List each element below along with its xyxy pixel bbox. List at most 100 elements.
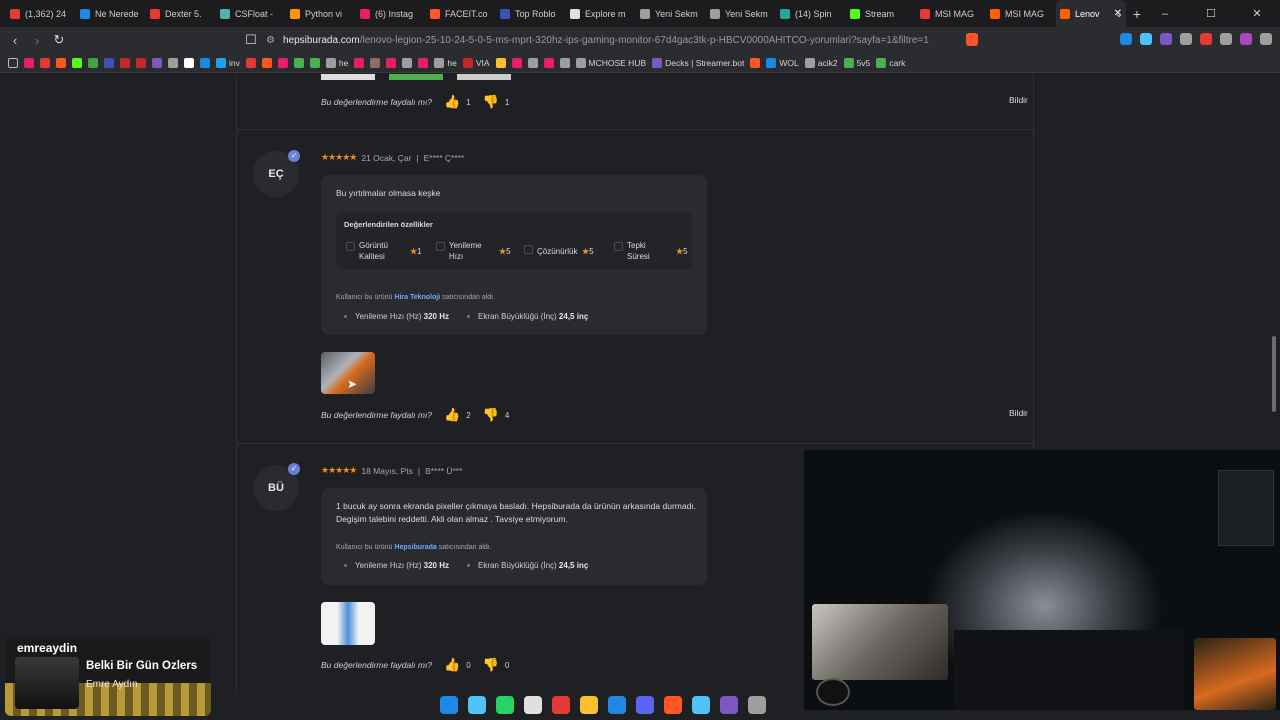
taskbar-app-icon[interactable]: [720, 696, 738, 714]
browser-tab[interactable]: (14) Spin: [776, 0, 846, 27]
browser-tab[interactable]: Python vi: [286, 0, 356, 27]
bookmark-item[interactable]: [293, 57, 304, 68]
puzzle-icon[interactable]: [1220, 33, 1232, 45]
bookmark-item[interactable]: [24, 57, 34, 68]
thumbs-up-icon[interactable]: 👍: [444, 94, 460, 110]
bookmark-icon[interactable]: ☐: [240, 32, 262, 48]
menu-icon[interactable]: [1260, 33, 1272, 45]
bookmark-item[interactable]: [309, 57, 320, 68]
extension-icon[interactable]: [1180, 33, 1192, 45]
browser-tab[interactable]: MSI MAG: [916, 0, 986, 27]
close-window-button[interactable]: ✕: [1234, 7, 1280, 20]
bookmark-item[interactable]: [370, 57, 381, 68]
report-link[interactable]: Bildir: [1009, 95, 1028, 105]
bookmark-item[interactable]: [168, 57, 178, 68]
bookmark-item[interactable]: [511, 57, 522, 68]
taskbar-app-icon[interactable]: [552, 696, 570, 714]
apps-icon[interactable]: [8, 57, 18, 68]
bookmark-item[interactable]: [245, 57, 256, 68]
page-scrollbar[interactable]: [1272, 336, 1276, 412]
bookmark-item[interactable]: he: [325, 57, 348, 68]
seller-link[interactable]: Hepsiburada: [394, 544, 436, 551]
extension-icon[interactable]: [1200, 33, 1212, 45]
rated-features: Değerlendirilen özellikler Görüntü Kalit…: [336, 212, 692, 269]
translate-icon[interactable]: [1120, 33, 1132, 45]
browser-tab[interactable]: Top Roblo: [496, 0, 566, 27]
bookmark-item[interactable]: [402, 57, 413, 68]
minimize-button[interactable]: –: [1142, 8, 1188, 20]
taskbar-app-icon[interactable]: [440, 696, 458, 714]
bookmark-item[interactable]: 5v5: [843, 57, 870, 68]
bookmark-item[interactable]: cark: [876, 57, 905, 68]
site-info-icon[interactable]: ⚙: [266, 35, 275, 46]
taskbar-app-icon[interactable]: [692, 696, 710, 714]
bookmark-item[interactable]: [184, 57, 194, 68]
bookmark-item[interactable]: [104, 57, 114, 68]
bookmark-item[interactable]: [56, 57, 66, 68]
browser-tab[interactable]: CSFloat -: [216, 0, 286, 27]
bookmark-item[interactable]: [136, 57, 146, 68]
seller-link[interactable]: Hira Teknoloji: [394, 294, 440, 301]
reload-icon[interactable]: ↻: [48, 32, 70, 48]
bookmark-item[interactable]: [261, 57, 272, 68]
bookmark-item[interactable]: [120, 57, 130, 68]
thumbs-down-icon[interactable]: 👎: [483, 657, 499, 673]
browser-tab[interactable]: MSI MAG: [986, 0, 1056, 27]
bookmark-item[interactable]: [88, 57, 98, 68]
brave-shield-icon[interactable]: [966, 33, 978, 46]
browser-tab[interactable]: Ne Nerede: [76, 0, 146, 27]
tab-search-dropdown-icon[interactable]: ⌄: [1096, 7, 1142, 20]
forward-icon[interactable]: ›: [26, 33, 48, 48]
bookmark-item[interactable]: VIA: [462, 57, 490, 68]
taskbar-app-icon[interactable]: [580, 696, 598, 714]
taskbar-app-icon[interactable]: [664, 696, 682, 714]
bookmark-item[interactable]: acik2: [804, 57, 838, 68]
bookmark-item[interactable]: [386, 57, 397, 68]
bookmark-item[interactable]: [277, 57, 288, 68]
maximize-button[interactable]: ☐: [1188, 7, 1234, 20]
bookmark-favicon-icon: [200, 57, 210, 68]
taskbar-app-icon[interactable]: [748, 696, 766, 714]
bookmark-item[interactable]: [750, 57, 761, 68]
thumbs-up-icon[interactable]: 👍: [444, 407, 460, 423]
bookmark-item[interactable]: [543, 57, 554, 68]
taskbar-app-icon[interactable]: [468, 696, 486, 714]
browser-tab[interactable]: FACEIT.co: [426, 0, 496, 27]
report-link[interactable]: Bildir: [1009, 408, 1028, 418]
bookmark-item[interactable]: WOL: [766, 57, 799, 68]
browser-tab[interactable]: Stream: [846, 0, 916, 27]
bookmark-item[interactable]: [559, 57, 570, 68]
bookmark-item[interactable]: [72, 57, 82, 68]
bookmark-item[interactable]: [40, 57, 50, 68]
thumbs-down-icon[interactable]: 👎: [483, 407, 499, 423]
bookmark-item[interactable]: [495, 57, 506, 68]
bookmark-item[interactable]: he: [434, 57, 457, 68]
review-photo[interactable]: [321, 602, 375, 645]
bookmark-item[interactable]: Decks | Streamer.bot: [652, 57, 744, 68]
bookmark-item[interactable]: [527, 57, 538, 68]
thumbs-down-icon[interactable]: 👎: [483, 94, 499, 110]
browser-tab[interactable]: Dexter 5.: [146, 0, 216, 27]
browser-tab[interactable]: Yeni Sekm: [706, 0, 776, 27]
bookmark-item[interactable]: [418, 57, 429, 68]
bookmark-item[interactable]: inv: [216, 57, 240, 68]
taskbar-app-icon[interactable]: [524, 696, 542, 714]
browser-tab[interactable]: Yeni Sekm: [636, 0, 706, 27]
browser-tab[interactable]: Explore m: [566, 0, 636, 27]
extension-icon[interactable]: [1140, 33, 1152, 45]
extension-icon[interactable]: [1240, 33, 1252, 45]
bookmark-item[interactable]: [200, 57, 210, 68]
address-bar[interactable]: ⚙ hepsiburada.com/lenovo-legion-25-10-24…: [266, 31, 986, 49]
taskbar-app-icon[interactable]: [496, 696, 514, 714]
bookmark-item[interactable]: [152, 57, 162, 68]
taskbar-app-icon[interactable]: [608, 696, 626, 714]
extension-icon[interactable]: [1160, 33, 1172, 45]
back-icon[interactable]: ‹: [4, 33, 26, 48]
taskbar-app-icon[interactable]: [636, 696, 654, 714]
browser-tab[interactable]: (6) Instag: [356, 0, 426, 27]
thumbs-up-icon[interactable]: 👍: [444, 657, 460, 673]
bookmark-item[interactable]: MCHOSE HUB: [575, 57, 646, 68]
bookmark-favicon-icon: [543, 57, 554, 68]
bookmark-item[interactable]: [354, 57, 365, 68]
browser-tab[interactable]: (1,362) 24: [6, 0, 76, 27]
